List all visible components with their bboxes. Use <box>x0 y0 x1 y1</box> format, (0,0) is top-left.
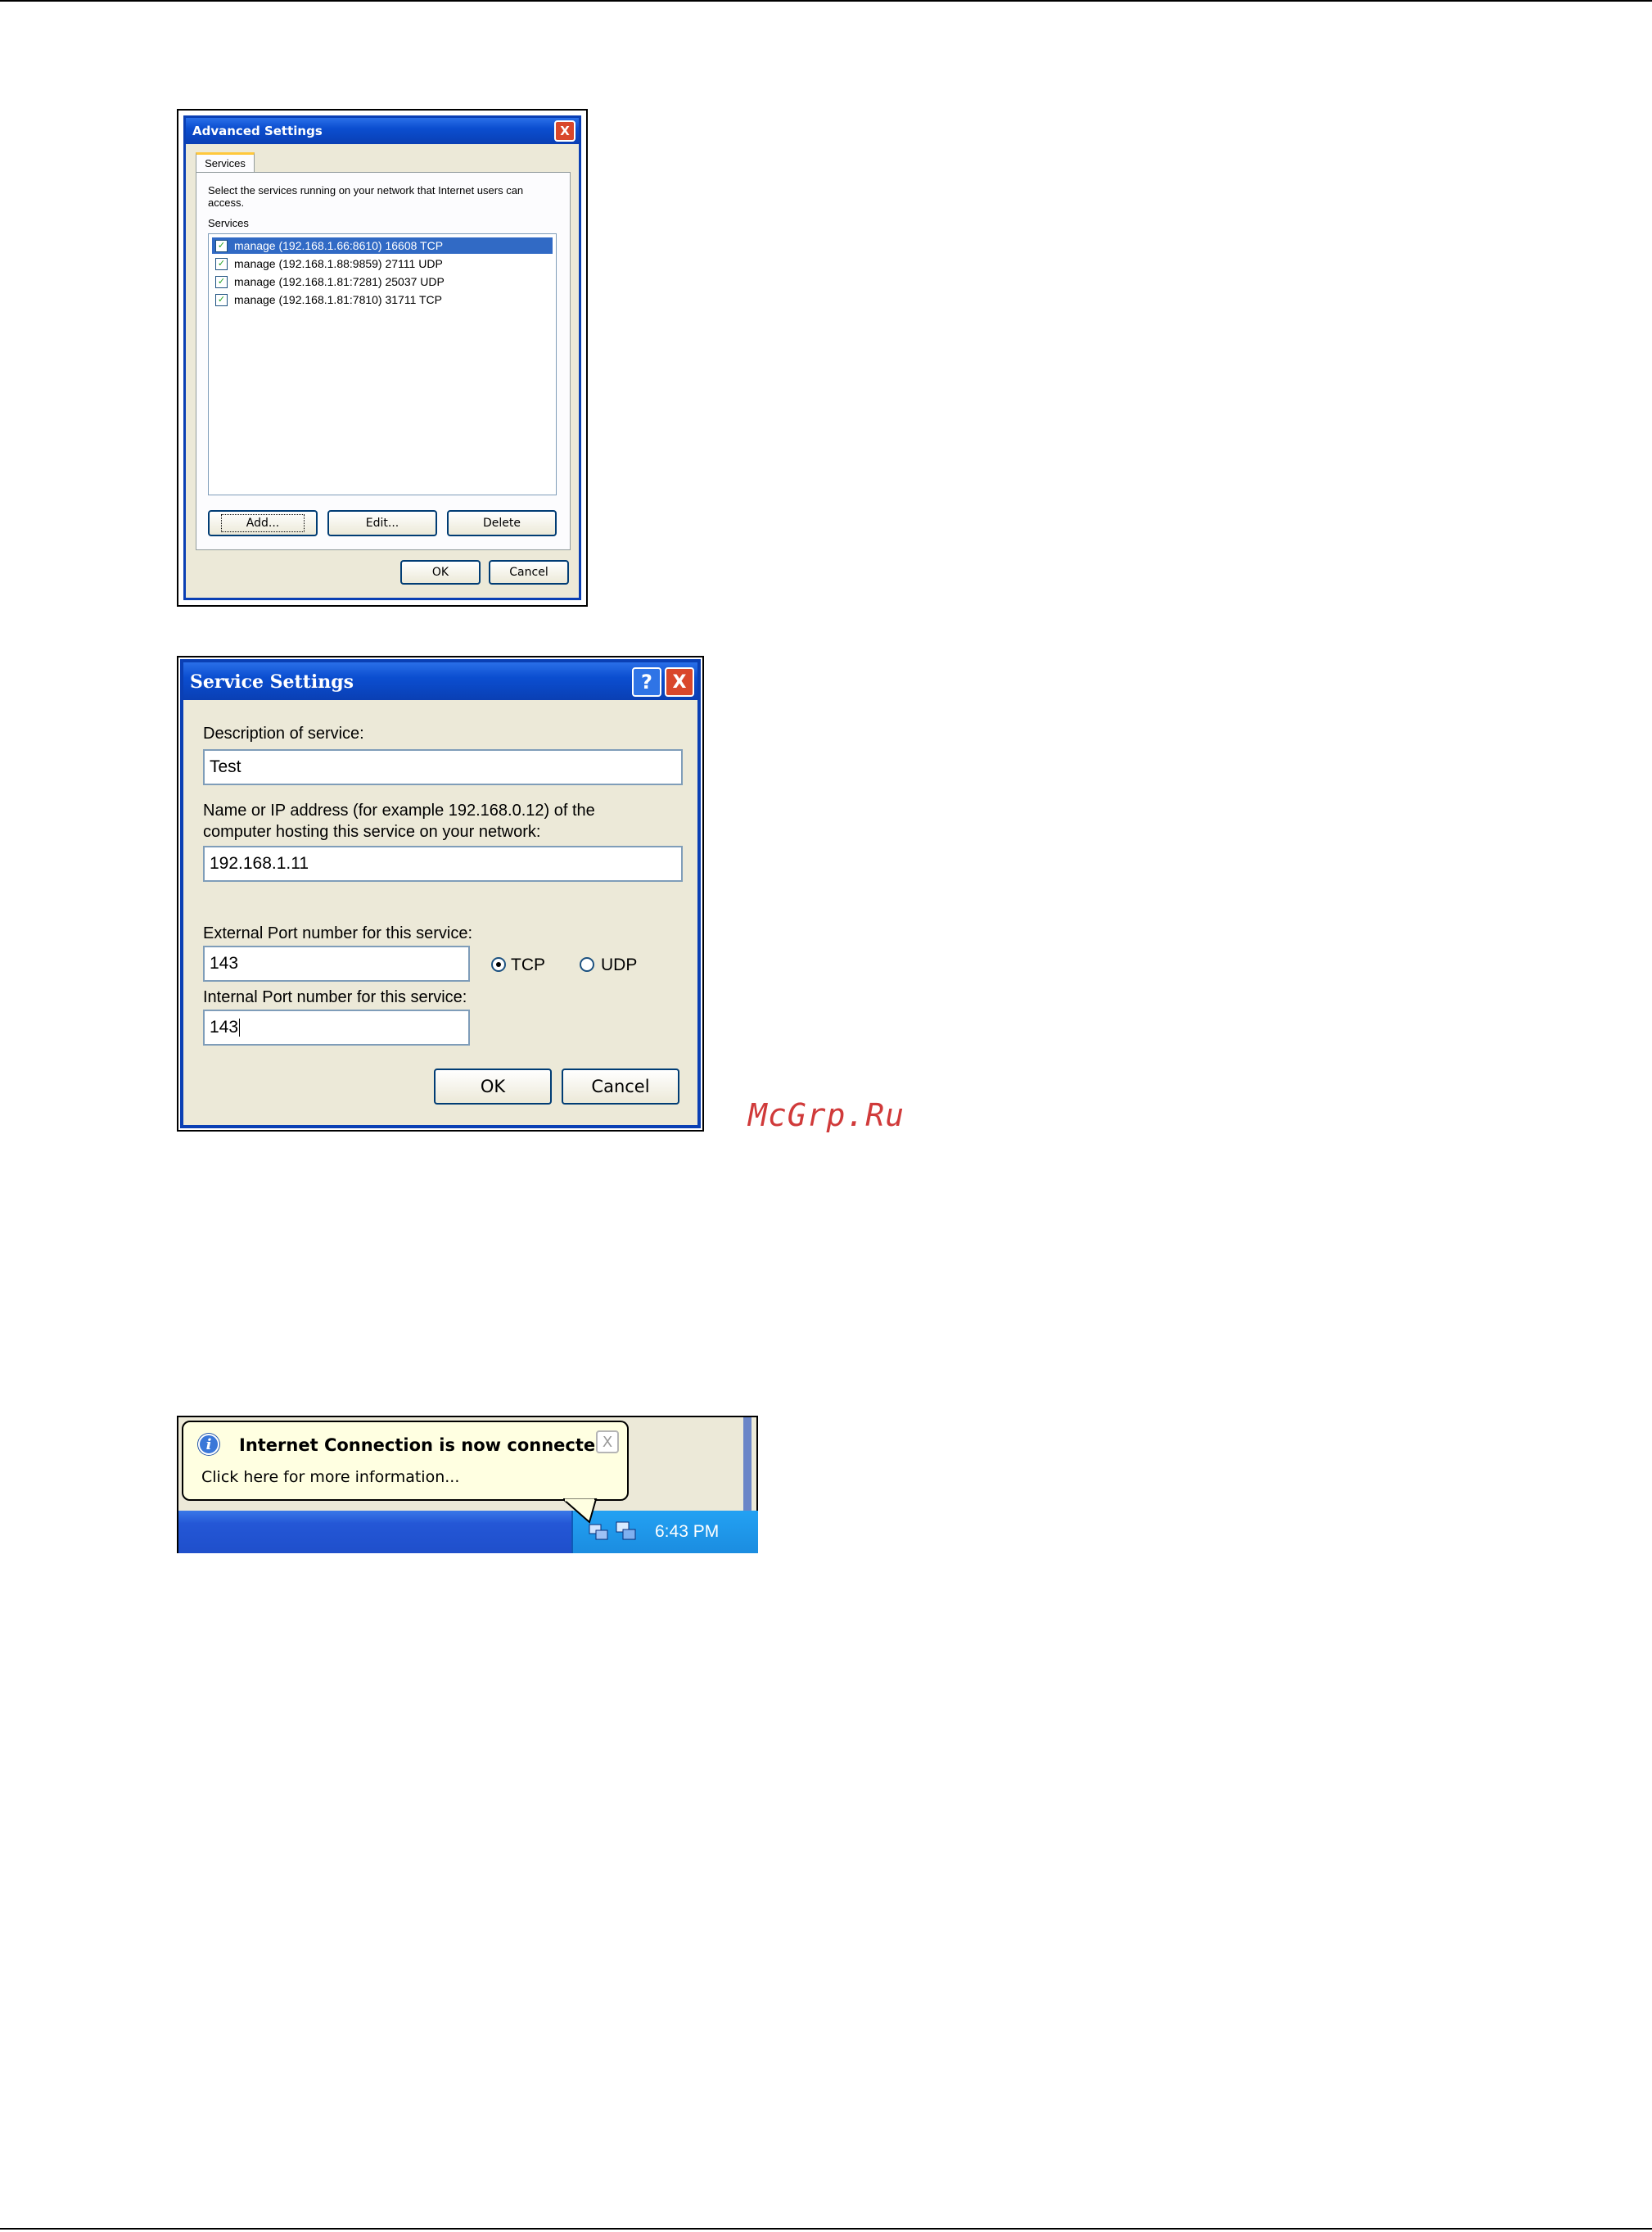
add-label: Add... <box>220 514 305 532</box>
tcp-label: TCP <box>511 956 545 974</box>
info-icon: i <box>198 1434 219 1455</box>
udp-radio[interactable] <box>580 957 594 972</box>
description-field[interactable]: Test <box>203 749 683 785</box>
external-port-value: 143 <box>210 954 239 973</box>
external-port-label: External Port number for this service: <box>203 924 473 942</box>
tcp-radio[interactable] <box>491 957 506 972</box>
host-label-line1: Name or IP address (for example 192.168.… <box>203 802 595 820</box>
service-entry: manage (192.168.1.81:7281) 25037 UDP <box>234 275 445 288</box>
list-item[interactable]: ✓ manage (192.168.1.81:7810) 31711 TCP <box>212 291 553 308</box>
cancel-label: Cancel <box>509 566 548 579</box>
internal-port-field[interactable]: 143 <box>203 1010 470 1046</box>
window-scrollbar <box>743 1417 752 1516</box>
host-field[interactable]: 192.168.1.11 <box>203 846 683 882</box>
udp-label: UDP <box>601 956 638 974</box>
description-label: Description of service: <box>203 725 364 743</box>
close-button[interactable]: X <box>554 120 575 142</box>
edit-label: Edit... <box>365 517 399 530</box>
delete-label: Delete <box>483 517 521 530</box>
top-rule <box>0 0 1652 2</box>
services-list[interactable]: ✓ manage (192.168.1.66:8610) 16608 TCP ✓… <box>208 233 557 495</box>
window-title: Service Settings <box>190 671 354 693</box>
service-settings-titlebar: Service Settings ? X <box>183 662 697 700</box>
close-icon: X <box>602 1433 613 1451</box>
balloon-close-button[interactable]: X <box>596 1430 619 1453</box>
balloon-text: Click here for more information... <box>201 1468 460 1486</box>
services-label: Services <box>208 217 249 229</box>
tab-panel: Select the services running on your netw… <box>196 172 571 550</box>
ok-button[interactable]: OK <box>400 560 481 585</box>
text-cursor <box>239 1019 241 1037</box>
close-icon: X <box>560 124 570 138</box>
edit-button[interactable]: Edit... <box>327 510 437 536</box>
list-item[interactable]: ✓ manage (192.168.1.81:7281) 25037 UDP <box>212 273 553 290</box>
service-entry: manage (192.168.1.81:7810) 31711 TCP <box>234 293 443 306</box>
tab-services[interactable]: Services <box>196 152 255 172</box>
host-label-line2: computer hosting this service on your ne… <box>203 823 541 841</box>
help-button[interactable]: ? <box>632 667 661 697</box>
bottom-rule <box>0 2228 1652 2230</box>
ok-label: OK <box>431 566 449 579</box>
add-button[interactable]: Add... <box>208 510 318 536</box>
info-icon-glyph: i <box>205 1435 212 1453</box>
delete-button[interactable]: Delete <box>447 510 557 536</box>
checkbox[interactable]: ✓ <box>215 257 228 270</box>
radio-dot <box>496 962 501 967</box>
list-item[interactable]: ✓ manage (192.168.1.66:8610) 16608 TCP <box>212 237 553 254</box>
cancel-button[interactable]: Cancel <box>562 1069 679 1105</box>
close-icon: X <box>672 671 687 693</box>
service-settings-window: Service Settings ? X Description of serv… <box>180 659 701 1128</box>
taskbar-notification-screenshot: 6:43 PM i Internet Connection is now con… <box>177 1416 758 1553</box>
notification-balloon[interactable]: i Internet Connection is now connected C… <box>182 1421 629 1501</box>
checkbox[interactable]: ✓ <box>215 239 228 252</box>
network-connections-icon[interactable] <box>614 1520 637 1543</box>
external-port-field[interactable]: 143 <box>203 946 470 982</box>
ok-label: OK <box>480 1077 506 1096</box>
service-entry: manage (192.168.1.88:9859) 27111 UDP <box>234 257 443 270</box>
balloon-pointer <box>563 1498 598 1524</box>
internal-port-value: 143 <box>210 1018 239 1037</box>
balloon-title: Internet Connection is now connected <box>239 1435 608 1455</box>
instruction-text: Select the services running on your netw… <box>208 184 524 209</box>
advanced-settings-screenshot: Advanced Settings X Services Select the … <box>177 109 588 607</box>
checkbox[interactable]: ✓ <box>215 293 228 306</box>
list-item[interactable]: ✓ manage (192.168.1.88:9859) 27111 UDP <box>212 255 553 272</box>
cancel-label: Cancel <box>591 1077 650 1096</box>
checkbox[interactable]: ✓ <box>215 275 228 288</box>
close-button[interactable]: X <box>665 667 694 697</box>
service-settings-screenshot: Service Settings ? X Description of serv… <box>177 656 704 1132</box>
clock[interactable]: 6:43 PM <box>655 1522 719 1542</box>
advanced-settings-titlebar: Advanced Settings X <box>186 118 579 144</box>
service-entry: manage (192.168.1.66:8610) 16608 TCP <box>234 239 444 252</box>
advanced-settings-window: Advanced Settings X Services Select the … <box>183 115 581 600</box>
watermark: McGrp.Ru <box>748 1097 905 1133</box>
tab-label: Services <box>205 157 246 169</box>
ok-button[interactable]: OK <box>434 1069 552 1105</box>
window-title: Advanced Settings <box>192 124 323 138</box>
host-value: 192.168.1.11 <box>210 854 309 873</box>
help-icon: ? <box>641 671 652 694</box>
internal-port-label: Internal Port number for this service: <box>203 988 467 1006</box>
network-connections-icon-graphic <box>616 1521 636 1540</box>
description-value: Test <box>210 757 241 776</box>
cancel-button[interactable]: Cancel <box>489 560 569 585</box>
